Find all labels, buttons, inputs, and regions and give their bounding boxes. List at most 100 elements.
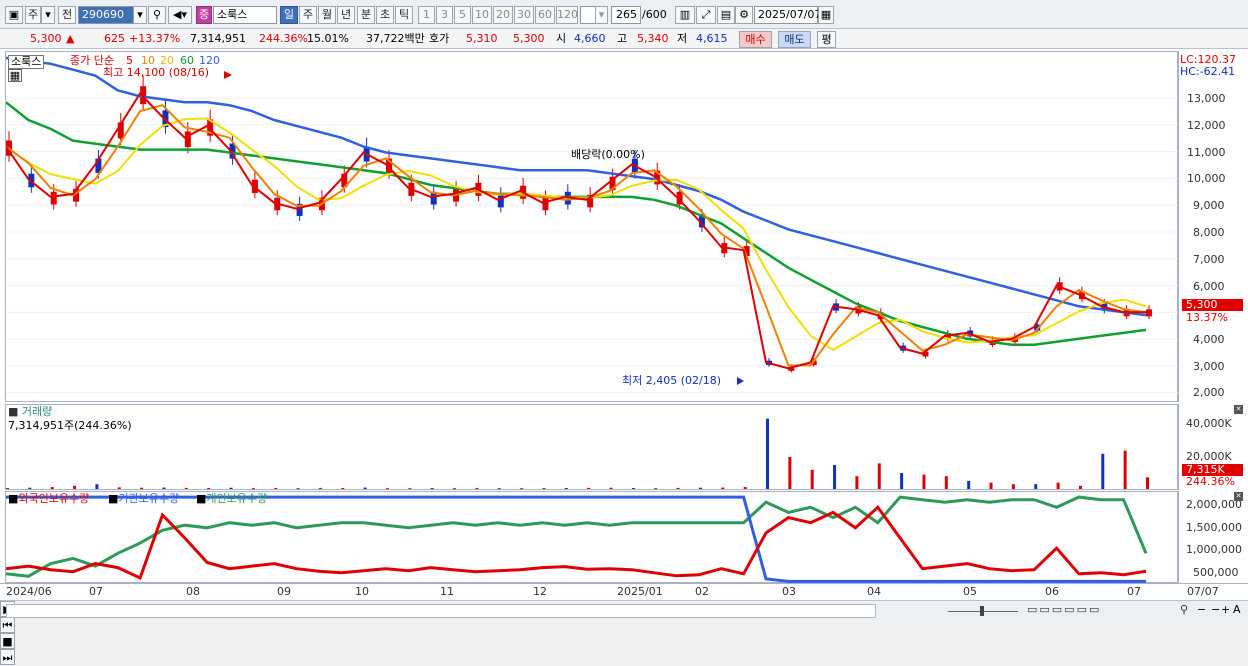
x-tick: 11: [440, 585, 454, 598]
date-input[interactable]: 2025/07/07: [754, 6, 821, 24]
code-dropdown-icon[interactable]: ▾: [133, 6, 147, 24]
ask-label: 호가: [429, 32, 450, 45]
x-tick: 08: [186, 585, 200, 598]
volume-bar: [698, 487, 702, 489]
stock-code-input[interactable]: 290690: [78, 6, 134, 24]
price-plot[interactable]: [5, 51, 1179, 402]
candle-body: [497, 194, 504, 208]
ask-price-1: 5,310: [466, 32, 498, 45]
x-tick: 02: [695, 585, 709, 598]
stock-name-tag[interactable]: 소룩스: [8, 55, 45, 69]
interval-20[interactable]: 20: [493, 6, 513, 24]
interval-120[interactable]: 120: [556, 6, 578, 24]
y-tick: 11,000: [1187, 146, 1226, 159]
y-tick: 6,000: [1193, 280, 1225, 293]
period-week[interactable]: 주: [299, 6, 317, 24]
y-tick: 9,000: [1193, 199, 1225, 212]
period-minute[interactable]: 분: [357, 6, 375, 24]
market-badge: 증: [196, 6, 212, 24]
low-price: 4,615: [696, 32, 728, 45]
stock-name-field[interactable]: 소룩스: [213, 6, 277, 24]
y-tick: 20,000K: [1186, 450, 1232, 463]
x-tick: 03: [782, 585, 796, 598]
period-month[interactable]: 월: [318, 6, 336, 24]
scroll-track[interactable]: [6, 604, 876, 618]
interval-5[interactable]: 5: [454, 6, 471, 24]
volume-bar: [788, 457, 792, 489]
interval-1[interactable]: 1: [418, 6, 435, 24]
buy-button[interactable]: 매수: [739, 31, 772, 48]
stop-icon[interactable]: ■: [0, 633, 15, 649]
line-tool-icon[interactable]: ⤢: [696, 6, 716, 24]
last-page-icon[interactable]: ⏭: [0, 649, 15, 665]
interval-3[interactable]: 3: [436, 6, 453, 24]
period-tick[interactable]: 틱: [395, 6, 413, 24]
volume-bar: [6, 488, 9, 490]
low-label: 저: [677, 32, 688, 45]
volume-bar: [1034, 484, 1038, 489]
close-icon[interactable]: ✕: [1234, 405, 1243, 414]
quote-bar: 5,300 ▲ 625 +13.37% 7,314,951 244.36% 15…: [0, 29, 1248, 49]
plus-icon[interactable]: +: [1221, 604, 1230, 616]
x-tick: 07: [89, 585, 103, 598]
period-second[interactable]: 초: [376, 6, 394, 24]
x-tick: 10: [355, 585, 369, 598]
holdings-plot[interactable]: [5, 491, 1178, 583]
volume-bar: [989, 482, 993, 489]
prev-button[interactable]: 전: [58, 6, 76, 24]
minus-icon[interactable]: −: [1197, 604, 1206, 616]
eval-button[interactable]: 평: [817, 31, 836, 48]
dash-icon[interactable]: −: [1211, 604, 1220, 616]
y-tick: 7,000: [1193, 253, 1225, 266]
period-day[interactable]: 일: [280, 6, 298, 24]
type-select[interactable]: 주: [25, 6, 41, 24]
volume-plot[interactable]: [5, 404, 1178, 490]
dividend-note: 배당락(0.00%): [571, 148, 645, 161]
speaker-icon[interactable]: ◀▾: [168, 6, 192, 24]
gear-icon[interactable]: ⚙: [735, 6, 753, 24]
volume-title: ■ 거래량: [8, 405, 53, 418]
interval-60[interactable]: 60: [535, 6, 555, 24]
interval-dropdown-icon[interactable]: ▾: [595, 6, 608, 24]
zoom-handle[interactable]: [980, 606, 984, 616]
volume-bar: [475, 488, 479, 490]
volume-ratio: 244.36%: [259, 32, 308, 45]
interval-30[interactable]: 30: [514, 6, 534, 24]
volume-bar: [564, 488, 568, 490]
zoom-out-icon[interactable]: ⚲: [1180, 604, 1188, 616]
grid-toggle-icon[interactable]: ▦: [8, 69, 22, 82]
period-year[interactable]: 년: [337, 6, 355, 24]
window-icon[interactable]: ▣: [5, 6, 23, 24]
search-icon[interactable]: ⚲: [148, 6, 166, 24]
volume-chart: [6, 418, 1149, 490]
low-note: 최저 2,405 (02/18): [622, 374, 722, 387]
calendar-icon[interactable]: ▦: [818, 6, 834, 24]
close-icon[interactable]: ✕: [1234, 492, 1243, 501]
save-icon[interactable]: ▤: [717, 6, 735, 24]
chevron-down-icon[interactable]: ▾: [41, 6, 55, 24]
interval-10[interactable]: 10: [472, 6, 492, 24]
holdings-chart: [6, 495, 1148, 583]
view-icons[interactable]: ▭▭▭▭▭▭: [1027, 604, 1101, 616]
auto-scale-icon[interactable]: A: [1233, 604, 1241, 616]
volume-bar: [900, 473, 904, 489]
volume-bar: [1123, 450, 1127, 489]
volume-bar: [117, 487, 121, 489]
volume-bar: [73, 485, 77, 489]
volume-bar: [274, 488, 278, 490]
x-tick: 05: [963, 585, 977, 598]
x-tick: 07: [1127, 585, 1141, 598]
volume-bar: [944, 476, 948, 489]
y-tick: 1,500,000: [1186, 521, 1242, 534]
first-page-icon[interactable]: ⏮: [0, 617, 15, 633]
y-tick: 13,000: [1187, 92, 1226, 105]
y-tick: 8,000: [1193, 226, 1225, 239]
count-input[interactable]: 265: [611, 6, 641, 24]
ask-price-2: 5,300: [513, 32, 545, 45]
scroll-bar: ▶ ⏮ ■ ⏭ ▭▭▭▭▭▭ ⚲ − − + A: [0, 600, 1248, 665]
volume-bar: [609, 487, 613, 489]
candle-icon[interactable]: ▥: [675, 6, 695, 24]
legend-individual: ■개인보유수량: [196, 492, 268, 505]
volume-bar: [95, 484, 99, 489]
sell-button[interactable]: 매도: [778, 31, 811, 48]
